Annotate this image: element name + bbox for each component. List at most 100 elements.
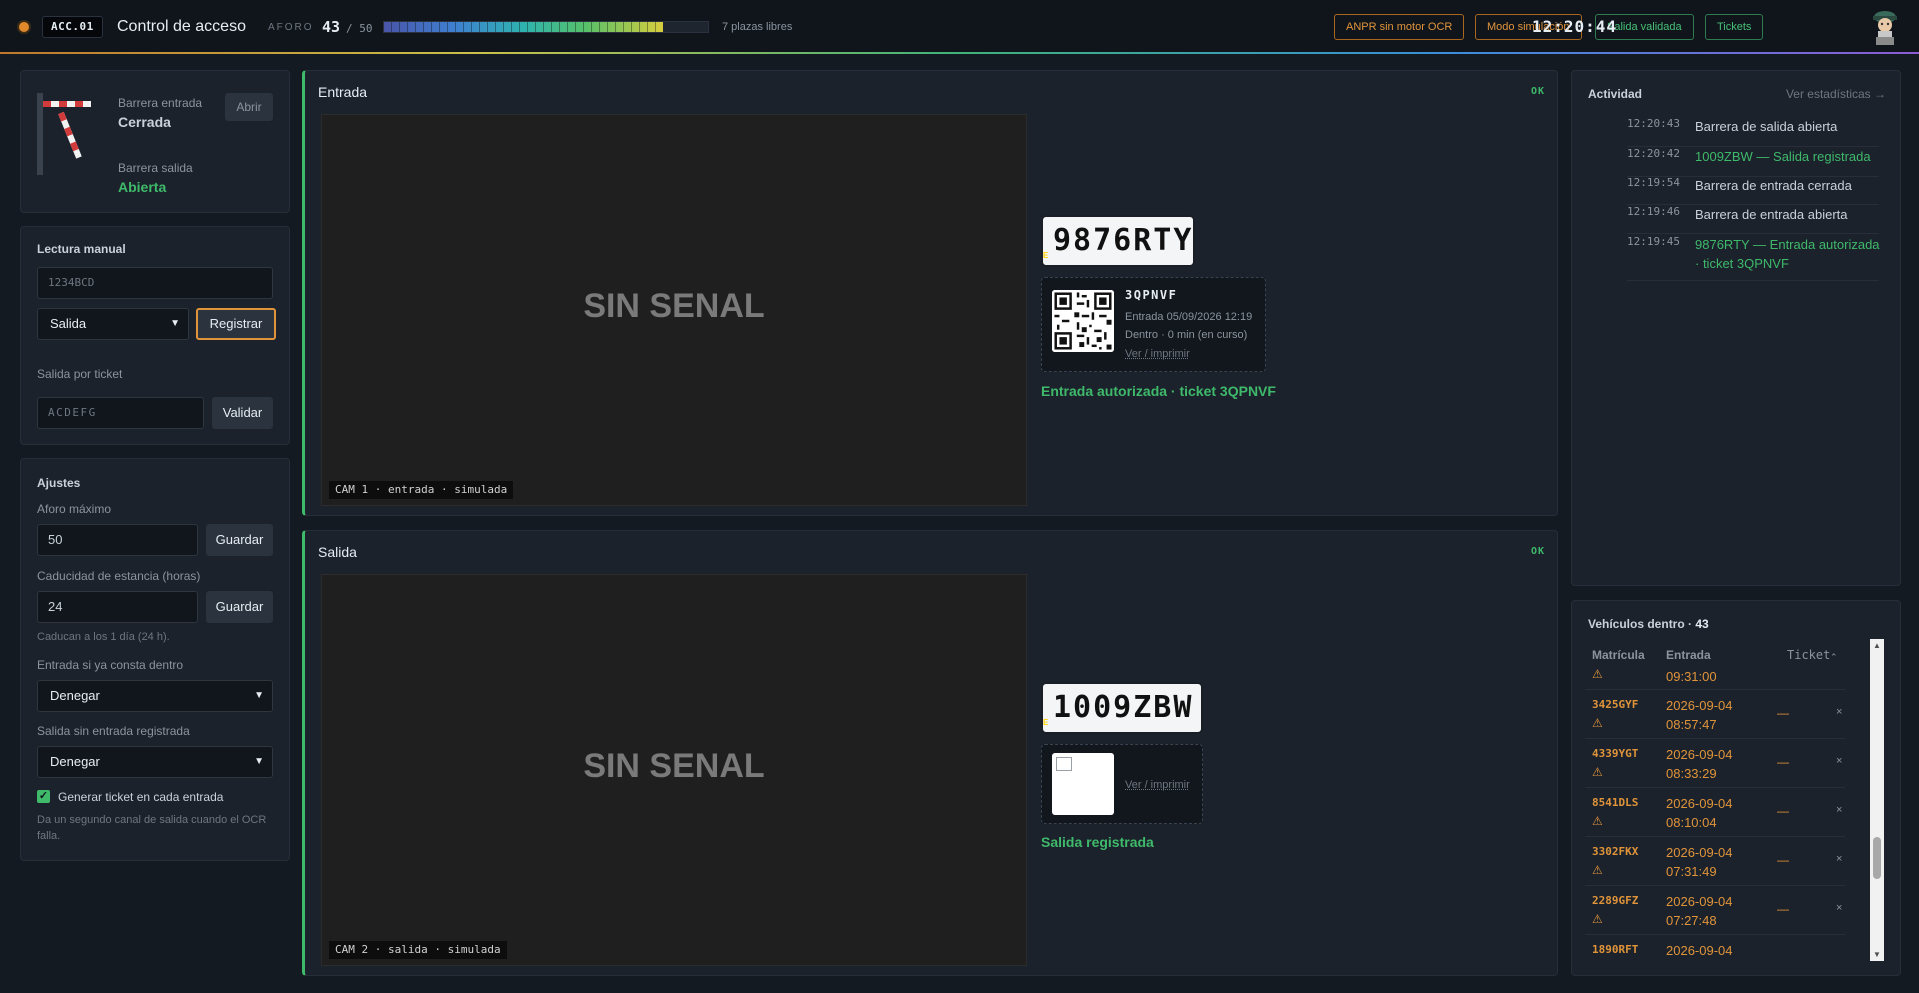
settings-panel: Ajustes Aforo máximo 50 Guardar Caducida…: [20, 458, 290, 861]
remove-vehicle-icon[interactable]: ×: [1836, 706, 1842, 718]
vehicle-ticket: —: [1777, 755, 1789, 769]
clock: 12:20:44: [1532, 17, 1618, 36]
vehicle-ticket: —: [1777, 706, 1789, 720]
entry-ticket-card: 3QPNVF Entrada 05/09/2026 12:19 Dentro ·…: [1041, 277, 1266, 372]
remove-vehicle-icon[interactable]: ×: [1836, 755, 1842, 767]
entry-title: Entrada: [318, 84, 368, 100]
exit-ticket-print-link[interactable]: Ver / imprimir: [1125, 779, 1190, 791]
generate-ticket-label: Generar ticket en cada entrada: [58, 790, 224, 804]
entry-ticket-date: Entrada 05/09/2026 12:19: [1125, 311, 1253, 323]
warning-icon: ⚠: [1592, 912, 1603, 926]
entry-barrier-label: Barrera entrada: [118, 96, 203, 110]
vehicle-entry-time: 07:31:49: [1666, 864, 1717, 879]
scroll-up-icon[interactable]: ▲: [1873, 641, 1881, 650]
vehicle-ticket: —: [1777, 853, 1789, 867]
remove-vehicle-icon[interactable]: ×: [1836, 853, 1842, 865]
vehicle-entry: 2026-09-04 07:31:49: [1666, 843, 1733, 881]
free-spaces: 7 plazas libres: [722, 21, 793, 33]
entry-inside-select[interactable]: Denegar ▼: [37, 680, 273, 712]
exit-camera-panel: Salida OK SIN SENAL CAM 2 · salida · sim…: [302, 530, 1558, 976]
table-row[interactable]: 2289GFZ ⚠ 2026-09-04 07:27:48 — ×: [1585, 886, 1845, 935]
stats-link[interactable]: Ver estadísticas →: [1786, 87, 1886, 101]
activity-item: 12:20:42 1009ZBW — Salida registrada: [1627, 147, 1879, 177]
activity-time: 12:19:54: [1627, 176, 1680, 189]
tickets-button[interactable]: Tickets: [1705, 14, 1764, 40]
aforo-count: 43: [322, 18, 341, 36]
station-badge: ACC.01: [42, 16, 103, 38]
save-capacity-button[interactable]: Guardar: [206, 524, 273, 556]
table-row[interactable]: 3425GYF ⚠ 2026-09-04 08:57:47 — ×: [1585, 690, 1845, 739]
vehicle-plate: 8541DLS: [1592, 796, 1639, 809]
exit-without-entry-value: Denegar: [50, 754, 100, 769]
activity-time: 12:19:45: [1627, 235, 1680, 248]
exit-title: Salida: [318, 544, 357, 560]
vehicle-plate: 2289GFZ: [1592, 894, 1639, 907]
exit-camera-caption: CAM 2 · salida · simulada: [329, 941, 507, 959]
remove-vehicle-icon[interactable]: ×: [1836, 804, 1842, 816]
table-row[interactable]: 1890RFT 2026-09-04: [1585, 935, 1845, 973]
max-capacity-input[interactable]: 50: [37, 524, 198, 556]
direction-select[interactable]: Salida ▼: [37, 308, 189, 340]
anpr-status-button[interactable]: ANPR sin motor OCR: [1334, 14, 1465, 40]
table-row[interactable]: 3302FKX ⚠ 2026-09-04 07:31:49 — ×: [1585, 837, 1845, 886]
validate-button[interactable]: Validar: [212, 397, 273, 429]
column-ticket: Ticket: [1787, 648, 1831, 662]
entry-ticket-duration: Dentro · 0 min (en curso): [1125, 329, 1248, 341]
vehicle-entry: 2026-09-04: [1666, 941, 1733, 960]
exit-without-entry-select[interactable]: Denegar ▼: [37, 746, 273, 778]
barrier-icon: [37, 93, 91, 175]
chevron-down-icon: ▼: [170, 318, 180, 329]
manual-reading-title: Lectura manual: [37, 242, 126, 256]
aforo-label: AFORO: [268, 22, 314, 33]
vehicle-ticket: —: [1777, 804, 1789, 818]
vehicle-entry-date: 2026-09-04: [1666, 894, 1733, 909]
remove-vehicle-icon[interactable]: ×: [1836, 902, 1842, 914]
activity-item: 12:19:46 Barrera de entrada abierta: [1627, 205, 1879, 234]
vehicles-scrollbar[interactable]: ▲ ▼: [1870, 639, 1884, 961]
entry-camera-caption: CAM 1 · entrada · simulada: [329, 481, 514, 499]
vehicle-entry-time: 07:27:48: [1666, 913, 1717, 928]
save-expiry-button[interactable]: Guardar: [206, 591, 273, 623]
exit-no-signal: SIN SENAL: [583, 747, 765, 785]
scroll-down-icon[interactable]: ▼: [1873, 950, 1881, 959]
ticket-input[interactable]: ACDEFG: [37, 397, 204, 429]
table-row[interactable]: 4339YGT ⚠ 2026-09-04 08:33:29 — ×: [1585, 739, 1845, 788]
warning-icon: ⚠: [1592, 716, 1603, 730]
vehicle-entry: 2026-09-04 08:10:04: [1666, 794, 1733, 832]
plate-input[interactable]: 1234BCD: [37, 267, 273, 299]
user-avatar[interactable]: [1866, 7, 1904, 47]
exit-ticket-card: Ver / imprimir: [1041, 744, 1203, 824]
vehicle-entry-date: 2026-09-04: [1666, 845, 1733, 860]
activity-text: 1009ZBW — Salida registrada: [1695, 149, 1871, 164]
vehicle-entry: 2026-09-04 07:27:48: [1666, 892, 1733, 930]
scrollbar-thumb[interactable]: [1873, 837, 1881, 879]
stay-expiry-input[interactable]: 24: [37, 591, 198, 623]
entry-camera-view: SIN SENAL CAM 1 · entrada · simulada: [321, 114, 1027, 506]
generate-ticket-checkbox[interactable]: ✓: [37, 790, 50, 803]
activity-time: 12:19:46: [1627, 205, 1680, 218]
exit-plate: E 1009ZBW: [1041, 682, 1203, 734]
entry-ticket-print-link[interactable]: Ver / imprimir: [1125, 348, 1190, 360]
activity-item: 12:19:54 Barrera de entrada cerrada: [1627, 176, 1879, 205]
warning-icon: ⚠: [1592, 765, 1603, 779]
vehicle-entry-time: 08:10:04: [1666, 815, 1717, 830]
vehicle-entry: 2026-09-04 08:33:29: [1666, 745, 1733, 783]
register-button[interactable]: Registrar: [196, 308, 276, 340]
exit-barrier-state: Abierta: [118, 179, 167, 195]
activity-item: 12:19:45 9876RTY — Entrada autorizada · t…: [1627, 235, 1880, 281]
status-dot-icon: [19, 22, 29, 32]
vehicle-entry: 2026-09-04 08:57:47: [1666, 696, 1733, 734]
sort-chevron-icon[interactable]: ⌃: [1830, 652, 1838, 663]
activity-text: Barrera de entrada cerrada: [1695, 178, 1852, 193]
vehicle-entry-date: 2026-09-04: [1666, 796, 1733, 811]
vehicle-plate: 4339YGT: [1592, 747, 1639, 760]
table-row[interactable]: 8541DLS ⚠ 2026-09-04 08:10:04 — ×: [1585, 788, 1845, 837]
occupancy-bar: [383, 21, 709, 33]
top-bar: ACC.01 Control de acceso AFORO 43 / 50 7…: [0, 0, 1919, 52]
entry-ticket-code: 3QPNVF: [1125, 288, 1178, 302]
open-barrier-button[interactable]: Abrir: [225, 93, 273, 121]
activity-text: Barrera de entrada abierta: [1695, 207, 1848, 222]
entry-no-signal: SIN SENAL: [583, 287, 765, 325]
chevron-down-icon: ▼: [254, 690, 264, 701]
vehicle-entry-time: 08:33:29: [1666, 766, 1717, 781]
